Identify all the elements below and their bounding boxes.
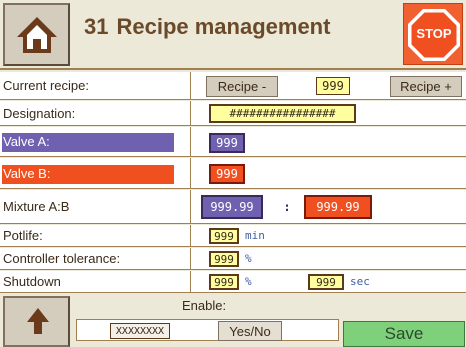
row-current-recipe: Current recipe: Recipe - 999 Recipe + xyxy=(0,72,466,100)
tolerance-value[interactable]: 999 xyxy=(209,251,239,267)
screen-number: 31 xyxy=(84,14,109,39)
row-valve-b: Valve B: 999 xyxy=(0,158,466,189)
potlife-value[interactable]: 999 xyxy=(209,228,239,244)
designation-label: Designation: xyxy=(0,101,191,125)
valve-a-label: Valve A: xyxy=(0,127,191,156)
potlife-label: Potlife: xyxy=(0,225,191,246)
home-button[interactable] xyxy=(3,3,70,66)
valve-b-label: Valve B: xyxy=(0,158,191,188)
designation-value[interactable]: ################ xyxy=(209,104,356,123)
mixture-separator: : xyxy=(283,200,291,214)
enable-label: Enable: xyxy=(182,298,227,313)
bottom-bar: Enable: XXXXXXXX Yes/No Save xyxy=(0,294,466,347)
title-text: Recipe management xyxy=(116,14,331,39)
yes-no-button[interactable]: Yes/No xyxy=(218,321,282,341)
stop-button[interactable]: STOP xyxy=(403,3,463,65)
enable-panel: XXXXXXXX Yes/No xyxy=(76,319,339,341)
current-recipe-value[interactable]: 999 xyxy=(316,77,350,95)
row-potlife: Potlife: 999 min xyxy=(0,225,466,247)
row-controller-tolerance: Controller tolerance: 999 % xyxy=(0,248,466,270)
mixture-label: Mixture A:B xyxy=(0,190,191,223)
stop-label: STOP xyxy=(416,26,452,41)
valve-a-value[interactable]: 999 xyxy=(209,133,245,153)
current-recipe-label: Current recipe: xyxy=(0,72,191,99)
enable-value: XXXXXXXX xyxy=(110,323,170,339)
shutdown-unit: % xyxy=(245,275,252,288)
potlife-unit: min xyxy=(245,229,265,242)
mixture-b-value[interactable]: 999.99 xyxy=(304,195,372,219)
row-valve-a: Valve A: 999 xyxy=(0,127,466,157)
shutdown-time-unit: sec xyxy=(350,275,370,288)
shutdown-time-value[interactable]: 999 xyxy=(308,274,344,290)
arrow-up-icon xyxy=(27,308,49,334)
shutdown-value[interactable]: 999 xyxy=(209,274,239,290)
recipe-management-screen: 31 Recipe management STOP Current recipe:… xyxy=(0,0,466,347)
recipe-next-button[interactable]: Recipe + xyxy=(390,76,462,97)
page-title: 31 Recipe management xyxy=(84,14,330,40)
shutdown-label: Shutdown xyxy=(0,271,191,292)
recipe-prev-button[interactable]: Recipe - xyxy=(206,76,278,97)
valve-a-label-text: Valve A: xyxy=(3,134,50,149)
row-designation: Designation: ################ xyxy=(0,101,466,126)
valve-b-label-text: Valve B: xyxy=(3,165,51,181)
row-mixture: Mixture A:B 999.99 : 999.99 xyxy=(0,190,466,224)
row-shutdown: Shutdown 999 % 999 sec xyxy=(0,271,466,293)
save-button[interactable]: Save xyxy=(343,321,465,347)
header: 31 Recipe management STOP xyxy=(0,0,466,70)
mixture-a-value[interactable]: 999.99 xyxy=(201,195,263,219)
valve-b-value[interactable]: 999 xyxy=(209,164,245,184)
tolerance-unit: % xyxy=(245,252,252,265)
home-icon xyxy=(17,17,57,53)
back-button[interactable] xyxy=(3,296,70,347)
tolerance-label: Controller tolerance: xyxy=(0,248,191,269)
